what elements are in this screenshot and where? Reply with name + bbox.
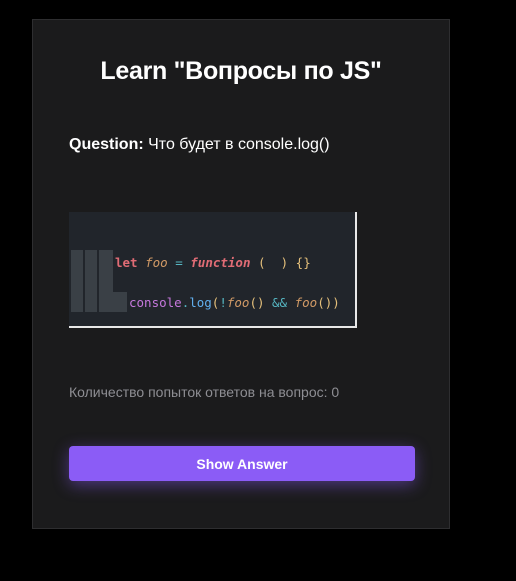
question-text: Question: Что будет в console.log() — [69, 136, 330, 154]
code-token: console — [129, 295, 182, 310]
attempts-counter: Количество попыток ответов на вопрос: 0 — [69, 384, 340, 400]
editor-gutter-block — [85, 250, 97, 312]
code-token: {} — [295, 255, 311, 270]
question-body: Что будет в console.log() — [148, 136, 330, 153]
code-token: && — [272, 295, 288, 310]
show-answer-button[interactable]: Show Answer — [69, 446, 415, 481]
code-token: () — [249, 295, 265, 310]
editor-gutter-block — [71, 250, 83, 312]
code-token: log — [189, 295, 212, 310]
code-token: foo — [226, 295, 250, 310]
code-token: = — [175, 255, 183, 270]
code-token: foo — [294, 295, 318, 310]
code-token: function — [190, 255, 251, 270]
code-snippet-image: let foo = function ( ) {} console.log(!f… — [69, 212, 357, 328]
code-token: ( ) — [258, 255, 289, 270]
page-title: Learn "Вопросы по JS" — [100, 57, 382, 85]
question-label: Question: — [69, 136, 144, 153]
code-token: ) — [332, 295, 340, 310]
code-line-2: console.log(!foo() && foo()) — [129, 295, 340, 310]
editor-gutter-block — [99, 250, 113, 312]
code-line-1: let foo = function ( ) {} — [115, 255, 311, 270]
code-token: let — [115, 255, 138, 270]
code-token: () — [317, 295, 333, 310]
quiz-card: Learn "Вопросы по JS" Question: Что буде… — [32, 19, 450, 529]
code-token: foo — [145, 255, 168, 270]
editor-indent-block — [113, 292, 127, 312]
code-token: ! — [219, 295, 227, 310]
